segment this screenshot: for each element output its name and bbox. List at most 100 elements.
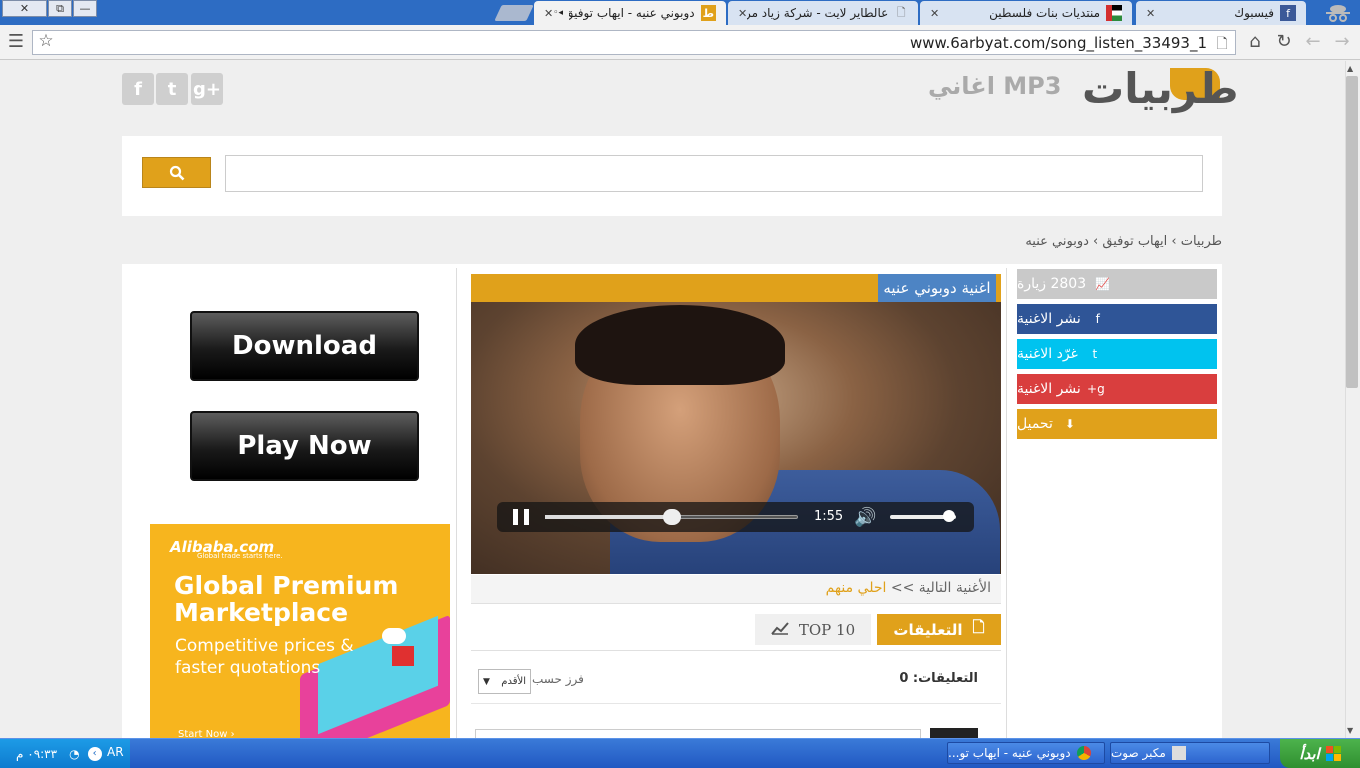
bookmark-star-icon[interactable]: ☆ — [35, 31, 57, 51]
alibaba-tagline: Global trade starts here. — [197, 552, 283, 560]
chrome-icon — [1076, 746, 1091, 760]
palestine-flag-favicon-icon — [1106, 5, 1122, 21]
close-window-button[interactable]: ✕ — [2, 0, 47, 17]
tab-label: TOP 10 — [798, 620, 856, 639]
chevron-down-icon: ▼ — [483, 676, 490, 687]
song-title: اغنية دوبوني عنيه — [878, 274, 996, 302]
comments-count-label: التعليقات: — [912, 671, 978, 686]
facebook-favicon-icon: f — [1280, 5, 1296, 21]
home-icon[interactable]: ⌂ — [1244, 31, 1266, 52]
google-plus-glyph: g+ — [193, 78, 221, 100]
comments-count-value: 0 — [899, 671, 909, 686]
column-divider — [456, 268, 457, 738]
sort-selected-value: الأقدم — [501, 676, 526, 687]
reload-icon[interactable]: ↻ — [1273, 31, 1295, 52]
taskbar-item-label: مكبر صوت — [1111, 746, 1166, 760]
chart-icon: 📈 — [1095, 277, 1111, 291]
google-plus-icon[interactable]: g+ — [191, 73, 223, 105]
tab-close-icon[interactable]: ✕ — [738, 7, 747, 20]
tab-palestine-forum[interactable]: منتديات بنات فلسطين ✕ — [920, 1, 1132, 25]
visits-counter: 📈 2803 زيارة — [1017, 269, 1217, 299]
tab-close-icon[interactable]: ✕ — [1146, 7, 1155, 20]
back-icon[interactable]: → — [1331, 31, 1353, 52]
sort-label: فرز حسب — [532, 672, 584, 686]
facebook-glyph: f — [134, 78, 142, 100]
address-bar[interactable]: www.6arbyat.com/song_listen_33493_1 — [32, 30, 1236, 55]
avatar — [930, 728, 978, 738]
magnifier-icon — [1171, 746, 1186, 760]
seek-handle[interactable] — [662, 509, 681, 525]
tab-title: دوبوني عنيه - ايهاب توفيق — [569, 6, 695, 20]
taskbar-item-magnifier[interactable]: مكبر صوت — [1110, 742, 1270, 764]
twitter-icon: t — [1092, 347, 1098, 361]
download-song-button[interactable]: ⬇ تحميل — [1017, 409, 1217, 439]
breadcrumb-artist-link[interactable]: ايهاب توفيق — [1102, 234, 1167, 249]
start-button[interactable]: ابدأ — [1280, 739, 1360, 768]
search-input[interactable] — [225, 155, 1203, 192]
restore-icon: ⧉ — [56, 1, 64, 15]
button-label: نشر الاغنية — [1017, 311, 1081, 327]
column-divider — [1006, 268, 1007, 738]
gift-icon — [392, 646, 414, 666]
breadcrumb-home-link[interactable]: طربيات — [1181, 234, 1222, 249]
tab-top10[interactable]: TOP 10 — [755, 614, 871, 645]
tab-title: فيسبوك — [1234, 6, 1274, 20]
twitter-icon[interactable]: t — [156, 73, 188, 105]
next-song-label: الأغنية التالية >> — [890, 580, 991, 596]
page-info-icon[interactable]: 🗋 — [1211, 33, 1233, 57]
ad-headline: Global Premium Marketplace — [174, 571, 399, 627]
separator — [471, 703, 1001, 704]
windows-logo-icon — [1325, 746, 1341, 761]
incognito-icon — [1318, 0, 1358, 25]
ad-body: Competitive prices & faster quotations — [175, 636, 354, 678]
breadcrumb: طربيات › ايهاب توفيق › دوبوني عنيه — [1000, 234, 1222, 249]
document-favicon-icon: 🗋 — [896, 5, 906, 19]
twitter-glyph: t — [167, 78, 177, 100]
pause-button[interactable] — [513, 509, 529, 525]
clock: ٠٩:٣٣ م — [16, 746, 58, 761]
tab-comments[interactable]: 🗋 التعليقات — [877, 614, 1001, 645]
next-song: الأغنية التالية >> احلي منهم — [471, 580, 991, 596]
tab-underline — [471, 650, 1001, 651]
logo-subtitle: MP3 اغاني — [928, 72, 1062, 100]
scrollbar-thumb[interactable] — [1346, 76, 1358, 388]
play-now-ad-button[interactable]: Play Now — [190, 411, 419, 481]
download-ad-button[interactable]: Download — [190, 311, 419, 381]
taskbar-item-chrome[interactable]: دوبوني عنيه - ايهاب تو... — [947, 742, 1105, 764]
start-label: ابدأ — [1299, 744, 1320, 763]
comments-count: التعليقات: 0 — [880, 671, 978, 686]
sort-select[interactable]: الأقدم ▼ — [478, 669, 531, 694]
document-icon: 🗋 — [972, 618, 985, 636]
scroll-down-icon[interactable]: ▼ — [1347, 726, 1353, 735]
forward-icon[interactable]: ← — [1302, 31, 1324, 52]
site-logo[interactable]: طربيات — [1082, 64, 1239, 113]
share-facebook-button[interactable]: f نشر الاغنية — [1017, 304, 1217, 334]
tab-label: التعليقات — [893, 620, 963, 639]
language-indicator[interactable]: AR — [107, 745, 124, 759]
audio-playing-icon: ◂◦ — [553, 8, 564, 18]
scroll-up-icon[interactable]: ▲ — [1347, 64, 1353, 73]
volume-icon[interactable]: 🔊 — [854, 507, 876, 528]
tab-title: عالطاير لايت - شركة زياد مرتجى — [747, 6, 889, 20]
tab-close-icon[interactable]: ✕ — [544, 7, 553, 20]
current-time: 1:55 — [814, 509, 844, 524]
share-gplus-button[interactable]: g+ نشر الاغنية — [1017, 374, 1217, 404]
share-twitter-button[interactable]: t غرّد الاغنية — [1017, 339, 1217, 369]
facebook-icon[interactable]: f — [122, 73, 154, 105]
tab-close-icon[interactable]: ✕ — [930, 7, 939, 20]
chevron-left-icon[interactable]: ‹ — [87, 746, 102, 761]
restore-window-button[interactable]: ⧉ — [48, 0, 72, 17]
speaker-icon[interactable]: ◔ — [69, 747, 79, 761]
menu-icon[interactable]: ☰ — [5, 31, 27, 52]
tab-altayer[interactable]: 🗋 عالطاير لايت - شركة زياد مرتجى ✕ — [728, 1, 918, 25]
breadcrumb-separator: › — [1093, 234, 1099, 249]
minimize-icon: — — [79, 2, 91, 15]
search-button[interactable] — [142, 157, 211, 188]
visits-label: 2803 زيارة — [1017, 276, 1087, 292]
next-song-link[interactable]: احلي منهم — [826, 580, 887, 596]
tab-facebook[interactable]: f فيسبوك ✕ — [1136, 1, 1306, 25]
ad-illustration — [382, 628, 406, 644]
tab-active-song[interactable]: ط دوبوني عنيه - ايهاب توفيق ◂◦ ✕ — [534, 1, 726, 25]
minimize-window-button[interactable]: — — [73, 0, 97, 17]
facebook-icon: f — [1095, 312, 1100, 326]
